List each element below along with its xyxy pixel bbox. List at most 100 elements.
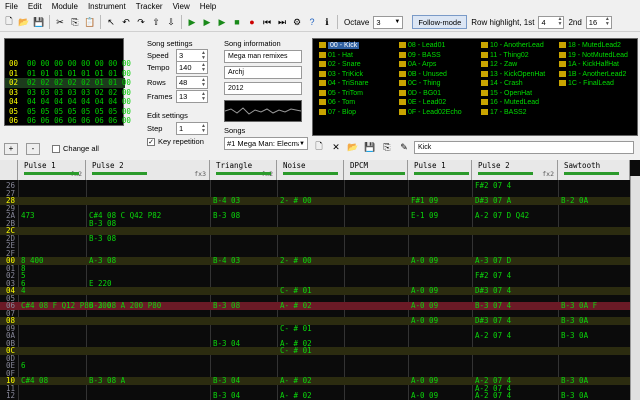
key-repetition-row[interactable]: ✓ Key repetition — [147, 137, 204, 146]
pattern-cell[interactable]: B-3 04 — [213, 377, 240, 385]
pattern-row[interactable]: 0A A-2 07 4 B-3 0A — [0, 332, 640, 340]
pattern-cell[interactable]: D#3 07 A — [475, 197, 511, 205]
spin-arrows-icon[interactable]: ▲ ▼ — [201, 123, 206, 134]
pattern-row[interactable]: 10 C#4 08 B-3 08 A B-3 04 A- # 02 A-0 09 A-2 0… — [0, 377, 640, 385]
pattern-cell[interactable]: D#3 07 4 — [475, 287, 511, 295]
pattern-cell[interactable]: A-0 09 — [411, 302, 438, 310]
remove-instrument-icon[interactable]: ✕ — [329, 140, 343, 154]
frame-row[interactable]: 05 05 05 05 05 05 05 05 00 — [5, 107, 131, 117]
instrument-item[interactable]: 11 - Thing02 — [481, 51, 529, 61]
pattern-row[interactable]: 2B B-3 08 — [0, 219, 640, 228]
new-instrument-icon[interactable]: 🗋 — [312, 140, 326, 154]
pattern-cell[interactable]: 6 — [21, 362, 26, 370]
frame-row[interactable]: 01 01 01 01 01 01 01 01 00 — [5, 69, 131, 79]
channel-header[interactable]: Pulse 2 fx2 — [472, 160, 558, 180]
check-icon[interactable]: ✓ — [147, 137, 155, 146]
info-icon[interactable]: ℹ — [320, 15, 334, 29]
pattern-row[interactable]: 00 8 400 A-3 08 B-4 03 2- # 00 A-0 09 A-3 07 D — [0, 257, 640, 265]
load-instrument-icon[interactable]: 📂 — [346, 140, 360, 154]
instrument-item[interactable]: 09 - BASS — [399, 51, 441, 61]
pattern-cell[interactable]: A-2 07 4 — [475, 332, 511, 340]
pattern-row[interactable]: 03 6 E 220 — [0, 279, 640, 288]
channel-header[interactable]: Noise — [277, 160, 344, 180]
frames-spinner[interactable]: 13 ▲ ▼ — [176, 90, 208, 103]
spin-arrows-icon[interactable]: ▲ ▼ — [201, 50, 206, 61]
frame-row[interactable]: 03 03 03 03 03 03 02 02 00 — [5, 88, 131, 98]
pattern-cell[interactable]: 2- # 00 — [280, 197, 312, 205]
frame-row[interactable]: 00 00 00 00 00 00 00 00 00 — [5, 59, 131, 69]
pattern-row[interactable]: 0D — [0, 354, 640, 363]
song-name-field[interactable]: Mega man remixes — [224, 50, 302, 63]
remove-frame-button[interactable]: - — [26, 143, 40, 155]
pattern-cell[interactable]: E 220 — [89, 279, 112, 288]
instrument-item[interactable]: 1C - FinalLead — [559, 79, 614, 89]
pattern-row[interactable]: 2E — [0, 242, 640, 250]
instrument-item[interactable]: 0B - Unused — [399, 70, 447, 80]
channel-header[interactable]: Sawtooth — [558, 160, 630, 180]
pattern-cell[interactable]: B-3 08 — [213, 302, 240, 310]
pattern-row[interactable]: 28 B-4 03 2- # 00 F#1 09 D#3 07 A B-2 0A — [0, 197, 640, 205]
pattern-row[interactable]: 27 — [0, 189, 640, 198]
rows-spinner[interactable]: 48 ▲ ▼ — [176, 76, 208, 89]
channel-fx-label[interactable]: fx3 — [194, 170, 206, 178]
instrument-item[interactable]: 10 - AnotherLead — [481, 41, 544, 51]
pattern-scrollbar[interactable] — [630, 176, 640, 400]
instrument-item[interactable]: 16 - MutedLead — [481, 98, 539, 108]
pattern-row[interactable]: 26 F#2 07 4 — [0, 182, 640, 190]
pattern-cell[interactable]: A-2 07 D Q42 — [475, 212, 529, 220]
channel-header[interactable]: Pulse 1fx2 — [18, 160, 86, 180]
pattern-row[interactable]: 11 A-2 07 4 — [0, 384, 640, 393]
instrument-item[interactable]: 1B - AnotherLead2 — [559, 70, 626, 80]
pattern-cell[interactable]: C- # 01 — [280, 347, 312, 355]
change-all-checkbox-row[interactable]: Change all — [52, 144, 99, 153]
instrument-item[interactable]: 14 - Crash — [481, 79, 523, 89]
pattern-cell[interactable]: B-3 04 — [213, 392, 240, 400]
menu-help[interactable]: Help — [195, 0, 221, 13]
pattern-row[interactable]: 2D B-3 08 — [0, 234, 640, 243]
help-icon[interactable]: ? — [305, 15, 319, 29]
pattern-cell[interactable]: B-3 07 4 — [475, 302, 511, 310]
spin-arrows-icon[interactable]: ▲ ▼ — [605, 17, 610, 27]
instrument-item[interactable]: 07 - Blop — [319, 108, 356, 118]
edit-instrument-icon[interactable]: ✎ — [397, 140, 411, 154]
move-up-icon[interactable]: ⇧ — [149, 15, 163, 29]
pattern-cell[interactable]: A-0 09 — [411, 317, 438, 325]
instrument-item[interactable]: 06 - Tom — [319, 98, 355, 108]
pattern-cell[interactable]: A-3 07 D — [475, 257, 511, 265]
pattern-row[interactable]: 04 4 C- # 01 A-0 09 D#3 07 4 — [0, 287, 640, 295]
instrument-item[interactable]: 1A - KickHalfHat — [559, 60, 619, 70]
change-all-checkbox[interactable] — [52, 144, 60, 153]
settings-icon[interactable]: ⚙ — [290, 15, 304, 29]
pattern-cell[interactable]: 473 — [21, 212, 35, 220]
song-author-field[interactable]: Archj — [224, 66, 302, 79]
pattern-cell[interactable]: A- # 02 — [280, 392, 312, 400]
spin-arrows-icon[interactable]: ▲ ▼ — [201, 91, 206, 102]
instrument-item[interactable]: 13 - KickOpenHat — [481, 70, 545, 80]
instrument-list[interactable]: 00 - Kick 01 - Hat 02 - Snare 03 - TriKick 0… — [312, 38, 638, 136]
menu-tracker[interactable]: Tracker — [131, 0, 168, 13]
frame-row[interactable]: 04 04 04 04 04 04 04 04 00 — [5, 97, 131, 107]
instrument-item[interactable]: 0A - Arps — [399, 60, 436, 70]
instrument-item[interactable]: 04 - TriSnare — [319, 79, 368, 89]
channel-fx-label[interactable]: fx2 — [542, 170, 554, 178]
pattern-cell[interactable]: B-3 08 — [213, 212, 240, 220]
pattern-cell[interactable]: A- # 02 — [280, 377, 312, 385]
previous-track-icon[interactable]: ⏮ — [260, 15, 274, 29]
pattern-row[interactable]: 01 8 — [0, 264, 640, 273]
instrument-name-field[interactable]: Kick — [414, 140, 634, 154]
spin-arrows-icon[interactable]: ▲ ▼ — [557, 17, 562, 27]
step-spinner[interactable]: 1 ▲ ▼ — [176, 122, 208, 135]
song-select[interactable]: #1 Mega Man: Elecma ▼ — [224, 137, 308, 150]
instrument-item[interactable]: 03 - TriKick — [319, 70, 363, 80]
channel-header[interactable]: Trianglefx2 — [210, 160, 277, 180]
save-instrument-icon[interactable]: 💾 — [363, 140, 377, 154]
pattern-row[interactable]: 08 A-0 09 D#3 07 4 B-3 0A — [0, 317, 640, 325]
pointer-icon[interactable]: ↖ — [104, 15, 118, 29]
frame-row[interactable]: 06 06 06 06 06 06 06 06 00 — [5, 116, 131, 126]
copy-icon[interactable]: ⎘ — [68, 15, 82, 29]
instrument-item[interactable]: 00 - Kick — [319, 41, 360, 51]
menu-file[interactable]: File — [0, 0, 23, 13]
pattern-cell[interactable]: F#2 07 4 — [475, 182, 511, 190]
add-frame-button[interactable]: + — [4, 143, 18, 155]
instrument-item[interactable]: 18 - MutedLead2 — [559, 41, 621, 51]
